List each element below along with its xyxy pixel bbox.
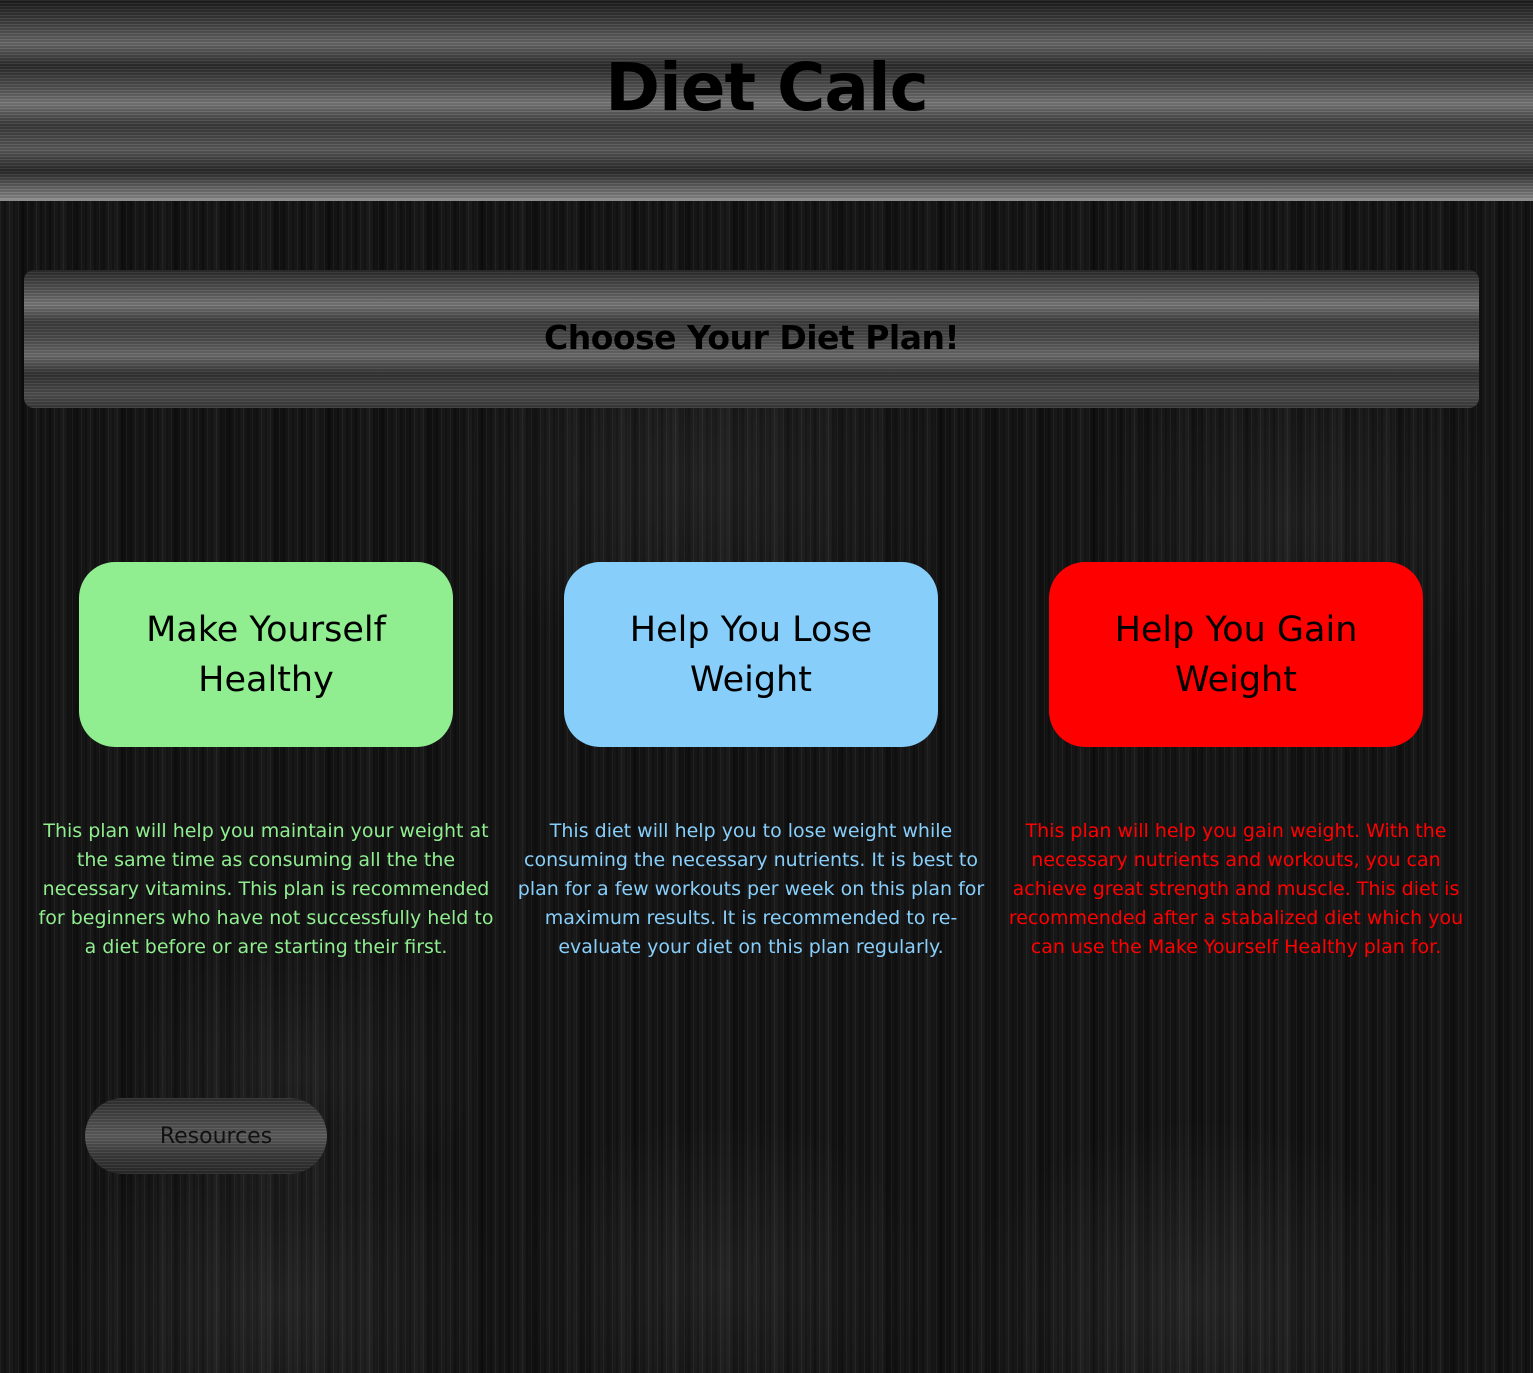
site-header: Diet Calc: [0, 0, 1533, 201]
help-you-gain-weight-button[interactable]: Help You Gain Weight: [1049, 562, 1423, 747]
resources-button[interactable]: Resources: [85, 1098, 327, 1174]
choose-plan-banner: Choose Your Diet Plan!: [24, 270, 1479, 408]
healthy-plan-description: This plan will help you maintain your we…: [38, 820, 494, 958]
help-you-lose-weight-button[interactable]: Help You Lose Weight: [564, 562, 938, 747]
lose-weight-plan-description: This diet will help you to lose weight w…: [517, 820, 985, 958]
gain-weight-plan-description: This plan will help you gain weight. Wit…: [1008, 820, 1464, 958]
site-title: Diet Calc: [605, 49, 928, 126]
choose-plan-heading: Choose Your Diet Plan!: [543, 318, 960, 357]
make-yourself-healthy-button[interactable]: Make Yourself Healthy: [79, 562, 453, 747]
